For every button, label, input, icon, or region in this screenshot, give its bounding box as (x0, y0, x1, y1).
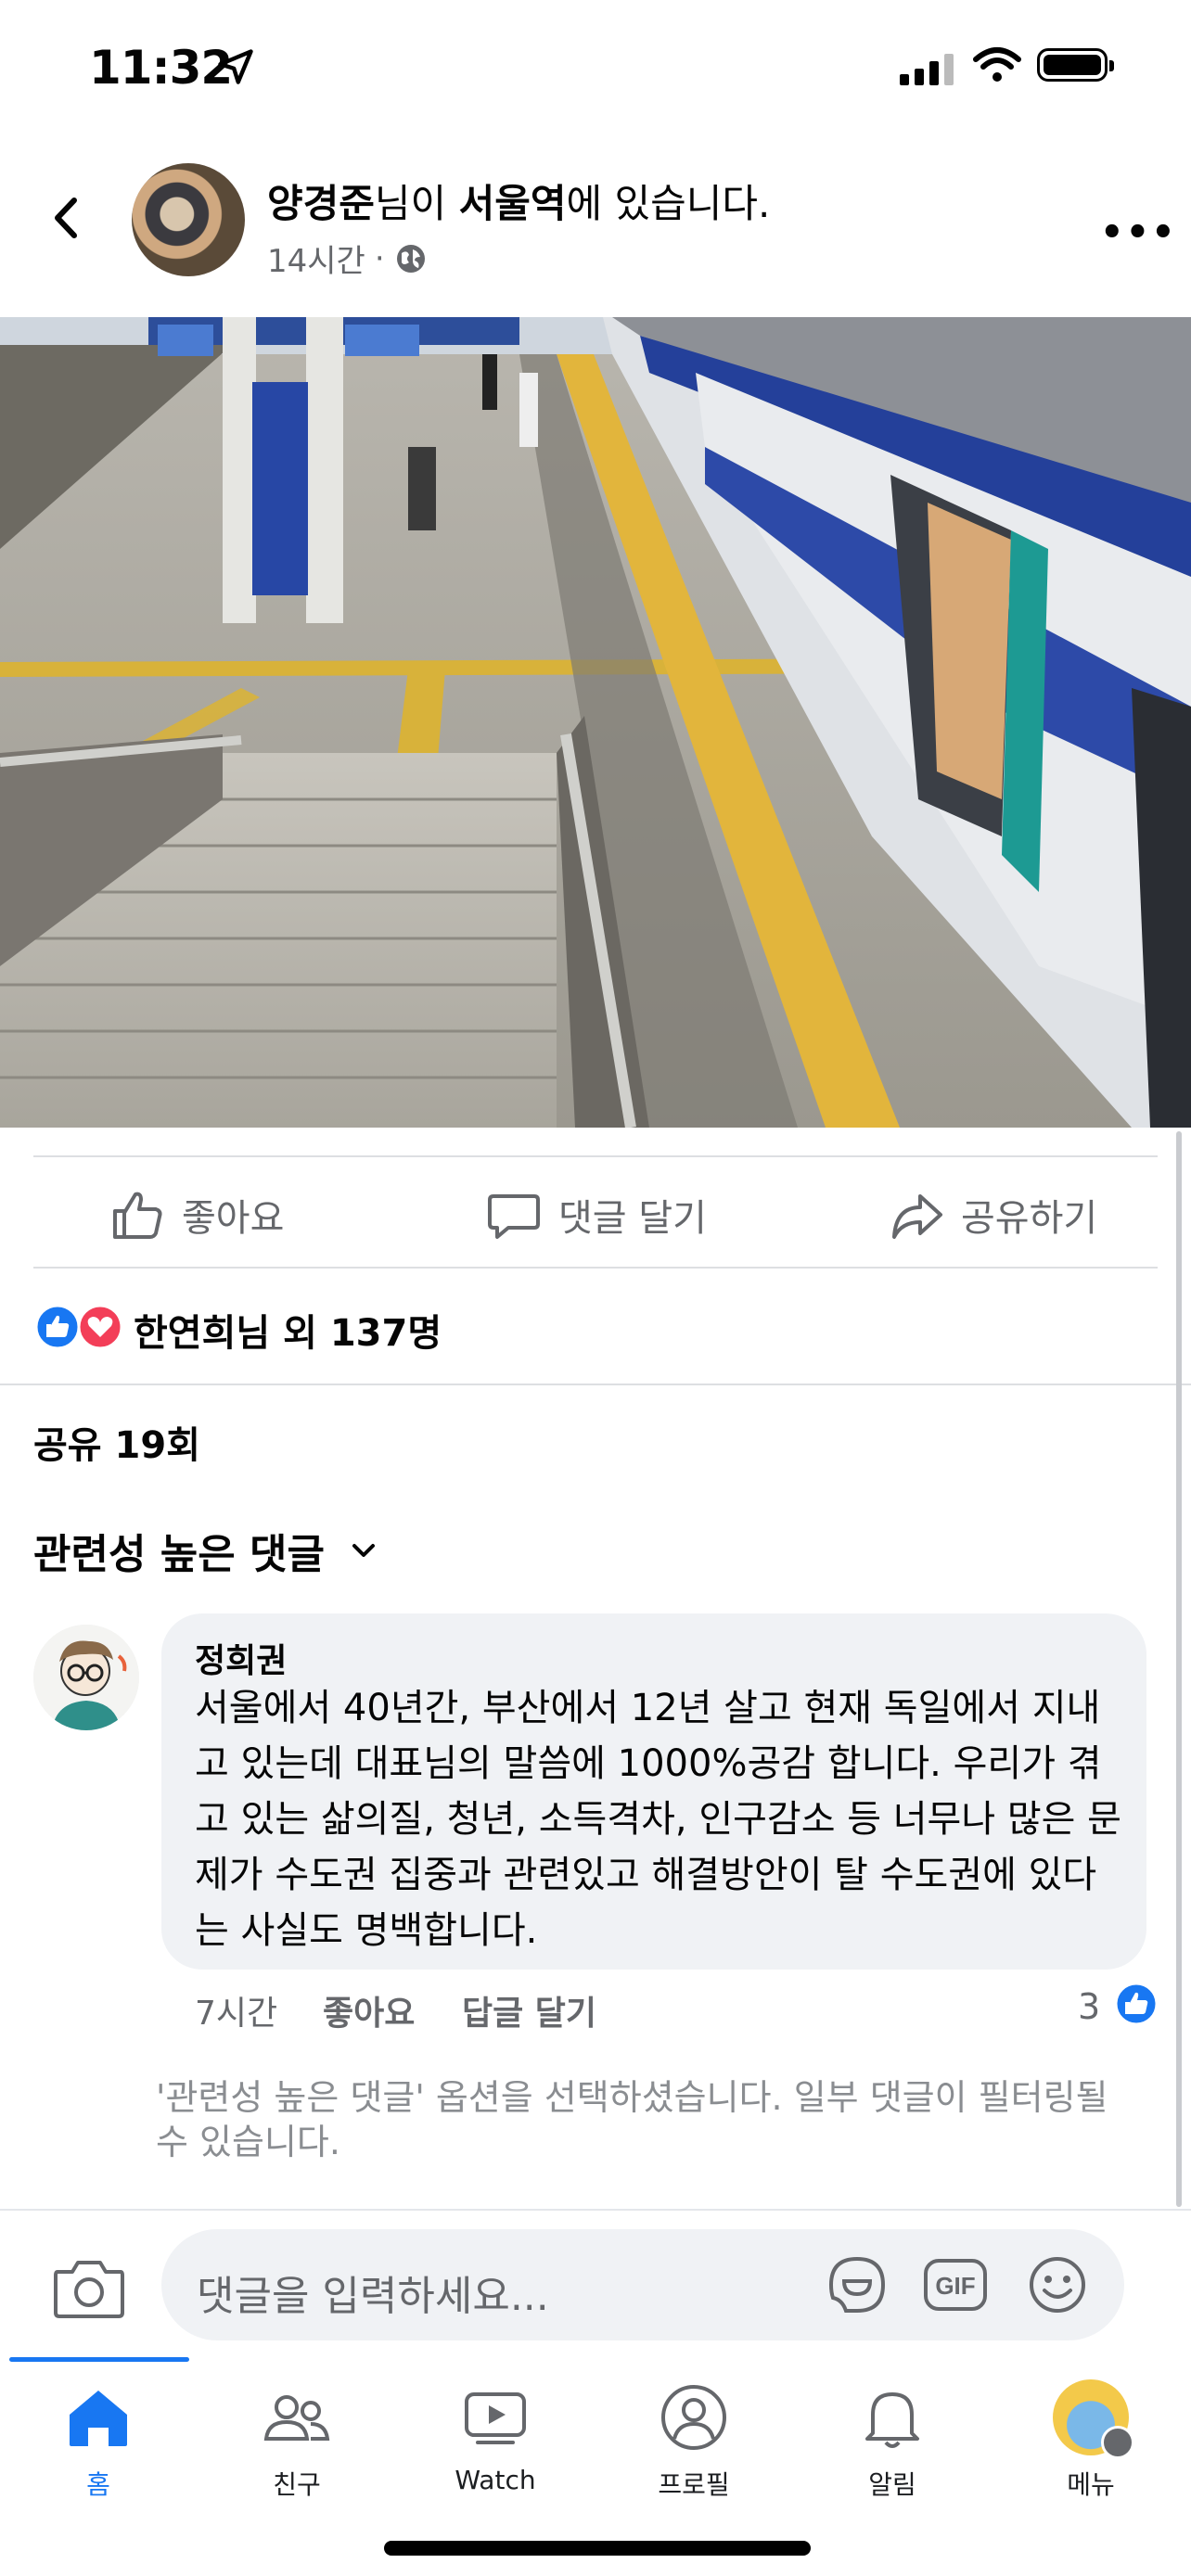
home-icon (70, 2391, 127, 2446)
like-button[interactable]: 좋아요 (109, 1187, 284, 1243)
post-headline: 양경준님이 서울역에 있습니다. (267, 172, 770, 229)
nav-watch-label: Watch (455, 2465, 536, 2495)
divider (0, 2209, 1191, 2211)
menu-badge-icon (1101, 2426, 1134, 2459)
svg-text:GIF: GIF (935, 2272, 975, 2300)
nav-active-indicator (9, 2357, 189, 2362)
nav-menu[interactable]: 메뉴 (998, 2379, 1184, 2502)
emoji-icon[interactable] (1020, 2248, 1095, 2322)
gif-icon[interactable]: GIF (918, 2248, 992, 2322)
post-photo[interactable] (0, 317, 1191, 1128)
back-chevron-icon[interactable] (45, 195, 91, 241)
menu-avatar (1053, 2379, 1134, 2459)
reaction-icons[interactable] (33, 1304, 126, 1350)
nav-notifications[interactable]: 알림 (800, 2379, 985, 2502)
nav-menu-label: 메뉴 (1067, 2469, 1115, 2500)
comment-sort-dropdown[interactable]: 관련성 높은 댓글 (33, 1521, 378, 1580)
filter-note: '관련성 높은 댓글' 옵션을 선택하셨습니다. 일부 댓글이 필터링될 수 있… (156, 2077, 1108, 2162)
location-arrow-icon (218, 49, 253, 84)
headline-end: 에 있습니다. (566, 181, 771, 226)
share-arrow-icon (892, 1194, 942, 1239)
nav-watch[interactable]: Watch (403, 2379, 588, 2495)
divider (33, 1155, 1158, 1157)
cellular-signal-icon (900, 54, 959, 85)
profile-icon (661, 2385, 726, 2450)
nav-profile[interactable]: 프로필 (601, 2379, 787, 2502)
comment-label: 댓글 달기 (558, 1197, 707, 1240)
bell-icon (865, 2392, 919, 2448)
reactions-summary[interactable]: 한연희님 외 137명 (134, 1303, 442, 1357)
share-label: 공유하기 (961, 1197, 1098, 1240)
nav-home-label: 홈 (86, 2469, 110, 2500)
scrollbar[interactable] (1176, 1131, 1182, 2207)
more-options-icon[interactable]: ••• (1100, 211, 1177, 254)
thumbs-up-icon (113, 1192, 162, 1239)
post-time[interactable]: 14시간 (267, 236, 365, 281)
comment-like-button[interactable]: 좋아요 (323, 1986, 415, 2034)
watch-video-icon (465, 2392, 526, 2444)
nav-friends[interactable]: 친구 (204, 2379, 390, 2502)
author-name[interactable]: 양경준 (267, 181, 375, 226)
comment-reply-button[interactable]: 답글 달기 (462, 1986, 596, 2034)
chevron-down-icon (352, 1544, 375, 1557)
nav-profile-label: 프로필 (658, 2469, 730, 2500)
avatar-sticker-icon[interactable] (820, 2248, 894, 2322)
comment-text: 서울에서 40년간, 부산에서 12년 살고 현재 독일에서 지내고 있는데 대… (195, 1687, 1121, 1952)
share-count[interactable]: 공유 19회 (33, 1415, 200, 1469)
author-avatar[interactable] (132, 163, 245, 276)
comment-time[interactable]: 7시간 (195, 1986, 277, 2034)
globe-icon (396, 244, 425, 273)
status-time: 11:32 (89, 41, 233, 95)
wifi-icon (973, 47, 1021, 82)
headline-mid: 님이 (374, 181, 459, 226)
share-button[interactable]: 공유하기 (889, 1187, 1097, 1243)
divider (0, 1384, 1191, 1385)
nav-notifications-label: 알림 (868, 2469, 916, 2500)
nav-home[interactable]: 홈 (6, 2379, 191, 2502)
thumbs-up-reaction-icon[interactable] (1113, 1981, 1159, 2027)
friends-icon (263, 2395, 330, 2441)
meta-separator: · (374, 239, 385, 277)
home-indicator[interactable] (384, 2541, 811, 2556)
like-label: 좋아요 (182, 1197, 285, 1240)
post-meta: 14시간 · (267, 236, 428, 281)
comment-sort-label: 관련성 높은 댓글 (33, 1531, 325, 1578)
commenter-name[interactable]: 정희권 (195, 1634, 287, 1682)
battery-icon (1037, 48, 1114, 82)
nav-friends-label: 친구 (273, 2469, 321, 2500)
divider (33, 1267, 1158, 1269)
comment-input-placeholder: 댓글을 입력하세요... (197, 2273, 549, 2320)
location-name[interactable]: 서울역 (459, 181, 567, 226)
commenter-avatar[interactable] (33, 1625, 139, 1730)
camera-icon[interactable] (52, 2255, 126, 2320)
comment-button[interactable]: 댓글 달기 (486, 1187, 707, 1243)
comment-like-count[interactable]: 3 (1078, 1986, 1100, 2027)
comment-bubble-icon (488, 1194, 540, 1239)
